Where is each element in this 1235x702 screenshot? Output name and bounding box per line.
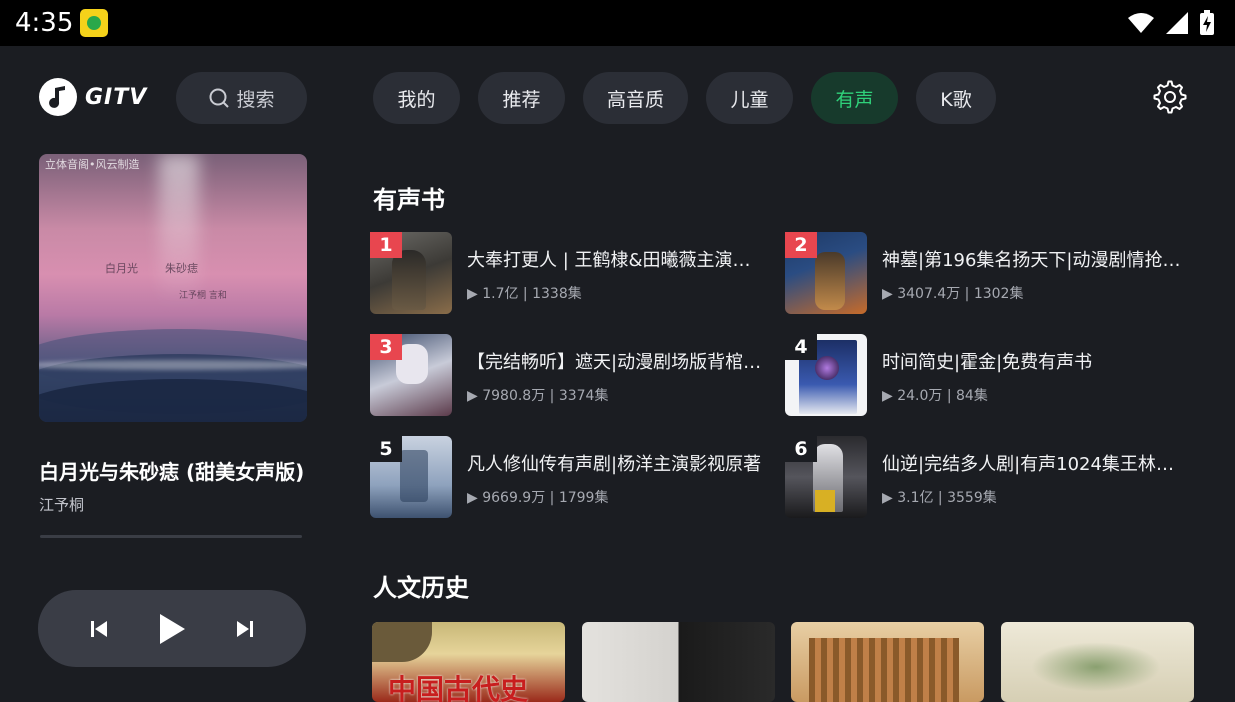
logo-music-note-icon bbox=[39, 78, 77, 116]
audiobook-item-1[interactable]: 1 大奉打更人 | 王鹤棣&田曦薇主演影视原著 ▶ 1.7亿 | 1338集 bbox=[370, 232, 780, 316]
status-bar: 4:35 bbox=[0, 0, 1235, 46]
play-button[interactable] bbox=[150, 590, 194, 667]
playback-progress-bar[interactable] bbox=[40, 535, 302, 538]
album-cover[interactable]: 立体音阁•风云制造 白月光 朱砂痣 江予桐 言和 bbox=[39, 154, 307, 422]
rank-badge: 4 bbox=[785, 334, 817, 360]
tab-karaoke[interactable]: K歌 bbox=[916, 72, 996, 124]
settings-gear-icon[interactable] bbox=[1153, 80, 1187, 114]
tab-mine[interactable]: 我的 bbox=[373, 72, 460, 124]
audiobook-title: 大奉打更人 | 王鹤棣&田曦薇主演影视原著 bbox=[467, 250, 767, 271]
search-button[interactable]: 搜索 bbox=[176, 72, 307, 124]
player-controls bbox=[38, 590, 306, 667]
rank-badge: 6 bbox=[785, 436, 817, 462]
audiobook-stats: ▶ 1.7亿 | 1338集 bbox=[467, 286, 582, 302]
audiobook-stats: ▶ 3.1亿 | 3559集 bbox=[882, 490, 997, 506]
audiobook-item-5[interactable]: 5 凡人修仙传有声剧|杨洋主演影视原著 ▶ 9669.9万 | 1799集 bbox=[370, 436, 780, 520]
tab-recommend[interactable]: 推荐 bbox=[478, 72, 565, 124]
gitv-logo: GITV bbox=[39, 78, 147, 116]
notification-app-icon bbox=[80, 9, 108, 37]
rank-badge: 5 bbox=[370, 436, 402, 462]
audiobook-item-3[interactable]: 3 【完结畅听】遮天|动漫剧场版背棺少年 ▶ 7980.8万 | 3374集 bbox=[370, 334, 780, 418]
cover-text-1: 白月光 bbox=[105, 262, 138, 275]
cover-text-2: 朱砂痣 bbox=[165, 262, 198, 275]
system-icons bbox=[1127, 10, 1215, 36]
tab-kids[interactable]: 儿童 bbox=[706, 72, 793, 124]
now-playing-artist: 江予桐 bbox=[39, 496, 85, 514]
history-card-1[interactable]: 中国古代史 bbox=[372, 622, 565, 702]
audiobook-stats: ▶ 9669.9万 | 1799集 bbox=[467, 490, 609, 506]
tab-hifi[interactable]: 高音质 bbox=[583, 72, 688, 124]
rank-badge: 2 bbox=[785, 232, 817, 258]
search-icon bbox=[209, 88, 230, 108]
audiobook-stats: ▶ 7980.8万 | 3374集 bbox=[467, 388, 609, 404]
rank-badge: 1 bbox=[370, 232, 402, 258]
status-time: 4:35 bbox=[15, 8, 74, 38]
logo-text: GITV bbox=[85, 84, 148, 110]
audiobook-item-2[interactable]: 2 神墓|第196集名扬天下|动漫剧情抢先听 ▶ 3407.4万 | 1302集 bbox=[785, 232, 1195, 316]
audiobook-stats: ▶ 24.0万 | 84集 bbox=[882, 388, 988, 404]
history-card-caption: 中国古代史 bbox=[388, 673, 529, 702]
skip-previous-icon bbox=[91, 620, 107, 637]
audiobook-item-4[interactable]: 4 时间简史|霍金|免费有声书 ▶ 24.0万 | 84集 bbox=[785, 334, 1195, 418]
section-title-history: 人文历史 bbox=[373, 574, 469, 602]
search-label: 搜索 bbox=[236, 88, 275, 111]
history-card-4[interactable] bbox=[1001, 622, 1194, 702]
audiobook-title: 凡人修仙传有声剧|杨洋主演影视原著 bbox=[467, 454, 762, 475]
category-tabs: 我的 推荐 高音质 儿童 有声 K歌 bbox=[373, 72, 996, 124]
rank-badge: 3 bbox=[370, 334, 402, 360]
cover-text-3: 江予桐 言和 bbox=[179, 291, 227, 301]
section-title-audiobooks: 有声书 bbox=[373, 186, 445, 214]
audiobook-title: 【完结畅听】遮天|动漫剧场版背棺少年 bbox=[467, 352, 767, 373]
next-button[interactable] bbox=[224, 590, 266, 667]
audiobook-title: 时间简史|霍金|免费有声书 bbox=[882, 352, 1093, 373]
audiobook-item-6[interactable]: 6 仙逆|完结多人剧|有声1024集王林化神 ▶ 3.1亿 | 3559集 bbox=[785, 436, 1195, 520]
play-icon bbox=[160, 613, 185, 644]
tab-audio[interactable]: 有声 bbox=[811, 72, 898, 124]
audiobook-stats: ▶ 3407.4万 | 1302集 bbox=[882, 286, 1024, 302]
battery-charging-icon bbox=[1200, 10, 1214, 35]
skip-next-icon bbox=[237, 620, 253, 637]
audiobook-title: 神墓|第196集名扬天下|动漫剧情抢先听 bbox=[882, 250, 1182, 271]
now-playing-title: 白月光与朱砂痣 (甜美女声版) bbox=[39, 460, 305, 484]
audiobook-title: 仙逆|完结多人剧|有声1024集王林化神 bbox=[882, 454, 1182, 475]
cover-caption: 立体音阁•风云制造 bbox=[45, 158, 140, 171]
history-card-2[interactable] bbox=[582, 622, 775, 702]
previous-button[interactable] bbox=[78, 590, 120, 667]
cellular-signal-icon bbox=[1166, 12, 1188, 34]
wifi-icon bbox=[1128, 13, 1154, 33]
history-card-3[interactable] bbox=[791, 622, 984, 702]
